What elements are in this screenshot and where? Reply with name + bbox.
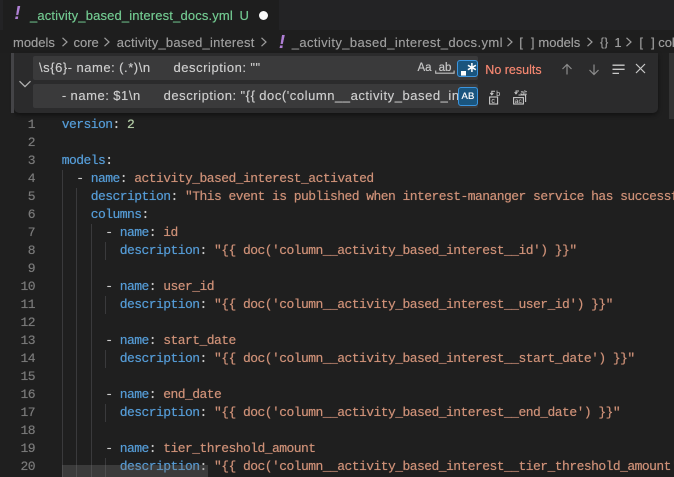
svg-text:ac: ac xyxy=(515,98,523,105)
svg-text:b: b xyxy=(496,91,500,98)
svg-text:c: c xyxy=(491,98,495,105)
svg-text:ab: ab xyxy=(520,90,527,97)
